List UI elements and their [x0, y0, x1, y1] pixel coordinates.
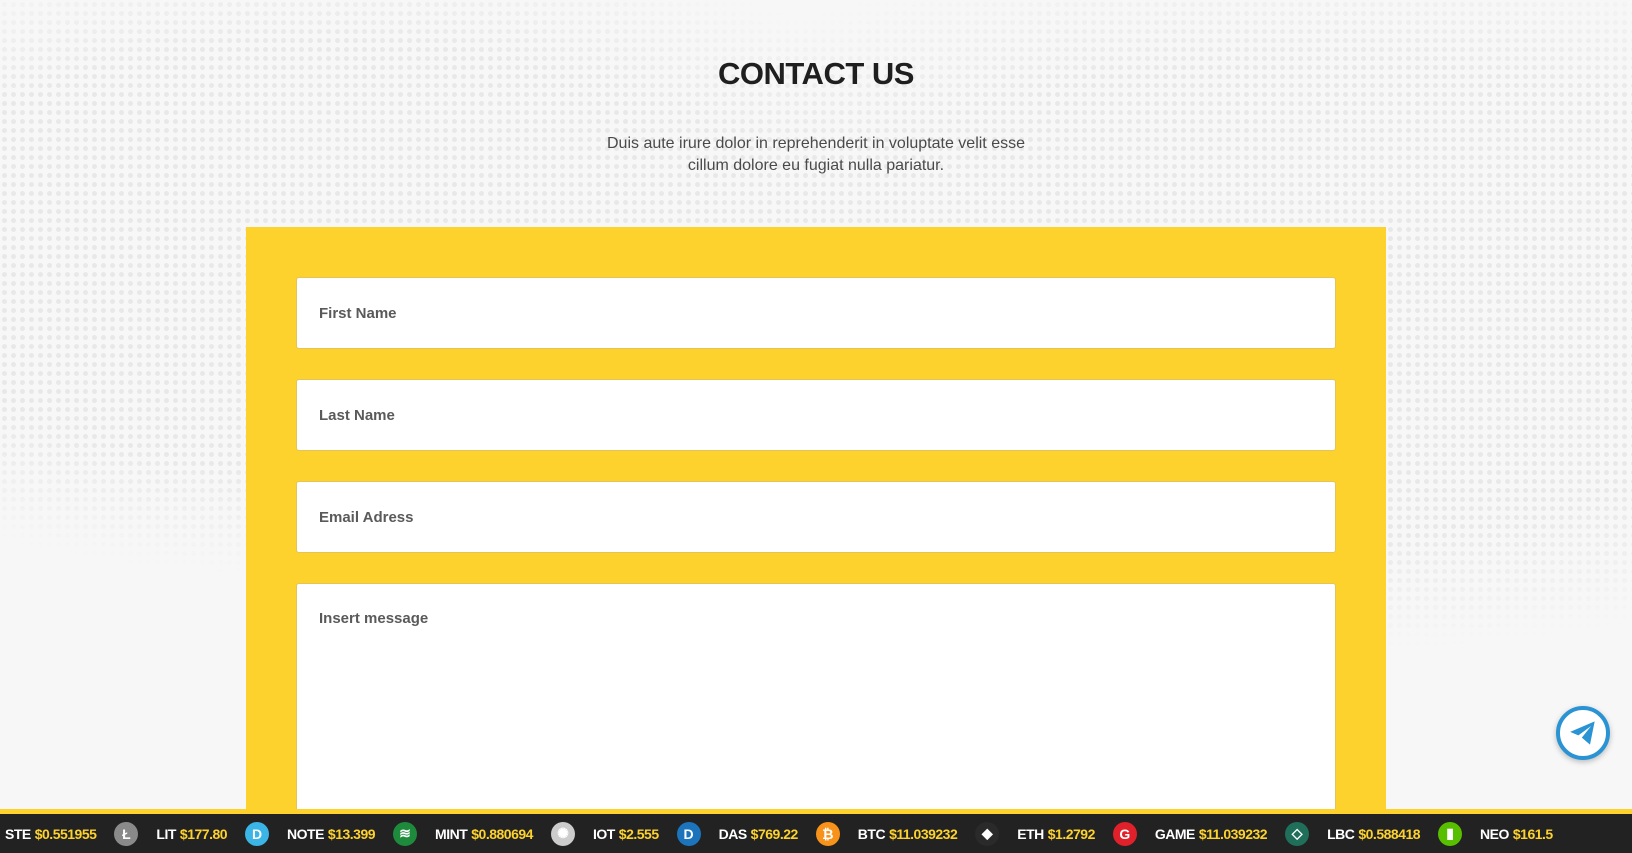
- ticker-symbol: STE: [5, 825, 31, 842]
- bitcoin-icon: ₿: [815, 821, 840, 846]
- message-textarea[interactable]: [296, 583, 1336, 813]
- ticker-price: $0.588418: [1358, 825, 1421, 842]
- ticker-item: ◇ LBC $0.588418: [1285, 821, 1421, 846]
- ticker-item: ≋ MINT $0.880694: [393, 821, 533, 846]
- ticker-price: $1.2792: [1047, 825, 1096, 842]
- ticker-symbol: IOT: [592, 825, 615, 842]
- ticker-price: $0.880694: [471, 825, 533, 842]
- ticker-price: $2.555: [618, 825, 659, 842]
- ticker-price: $769.22: [750, 825, 799, 842]
- ticker-symbol: BTC: [857, 825, 886, 842]
- ticker-symbol: GAME: [1154, 825, 1196, 842]
- telegram-icon: [1570, 721, 1595, 745]
- ticker-item: G GAME $11.039232: [1112, 821, 1268, 846]
- ticker-price: $11.039232: [1198, 825, 1268, 842]
- telegram-button[interactable]: [1556, 706, 1610, 760]
- ticker-symbol: DAS: [718, 825, 748, 842]
- page-title: CONTACT US: [718, 56, 914, 91]
- ethereum-icon: ◆: [975, 821, 1000, 846]
- ticker-symbol: NEO: [1480, 825, 1509, 842]
- ticker-item: Ł LIT $177.80: [114, 821, 228, 846]
- gamecredits-icon: G: [1112, 821, 1137, 846]
- first-name-input[interactable]: [296, 277, 1336, 349]
- ticker-symbol: ETH: [1017, 825, 1044, 842]
- contact-form: [246, 227, 1386, 827]
- ticker-item: STE $0.551955: [5, 825, 97, 842]
- page-subtitle: Duis aute irure dolor in reprehenderit i…: [606, 135, 1025, 174]
- ticker-price: $161.5: [1512, 825, 1553, 842]
- ticker-item: D DAS $769.22: [676, 821, 799, 846]
- ticker-price: $11.039232: [889, 825, 958, 842]
- ticker-symbol: NOTE: [287, 825, 324, 842]
- ticker-price: $0.551955: [34, 825, 97, 842]
- dash-icon: D: [676, 821, 701, 846]
- ticker-price: $13.399: [327, 825, 376, 842]
- mint-icon: ≋: [393, 821, 418, 846]
- ticker-item: ◆ ETH $1.2792: [975, 821, 1096, 846]
- neo-icon: ▮: [1438, 821, 1463, 846]
- email-input[interactable]: [296, 481, 1336, 553]
- ticker-symbol: LBC: [1327, 825, 1355, 842]
- litecoin-icon: Ł: [114, 821, 139, 846]
- ticker-symbol: MINT: [435, 825, 468, 842]
- price-ticker: STE $0.551955 Ł LIT $177.80 D NOTE $13.399 ≋ MINT…: [0, 809, 1632, 853]
- ticker-price: $177.80: [179, 825, 228, 842]
- lbry-icon: ◇: [1285, 821, 1310, 846]
- ticker-item: ✺ IOT $2.555: [550, 821, 659, 846]
- ticker-item: ▮ NEO $161.5: [1438, 821, 1553, 846]
- ticker-item: D NOTE $13.399: [245, 821, 376, 846]
- last-name-input[interactable]: [296, 379, 1336, 451]
- ticker-item: ₿ BTC $11.039232: [815, 821, 958, 846]
- dnotes-icon: D: [245, 821, 270, 846]
- ticker-symbol: LIT: [156, 825, 176, 842]
- iota-icon: ✺: [550, 821, 575, 846]
